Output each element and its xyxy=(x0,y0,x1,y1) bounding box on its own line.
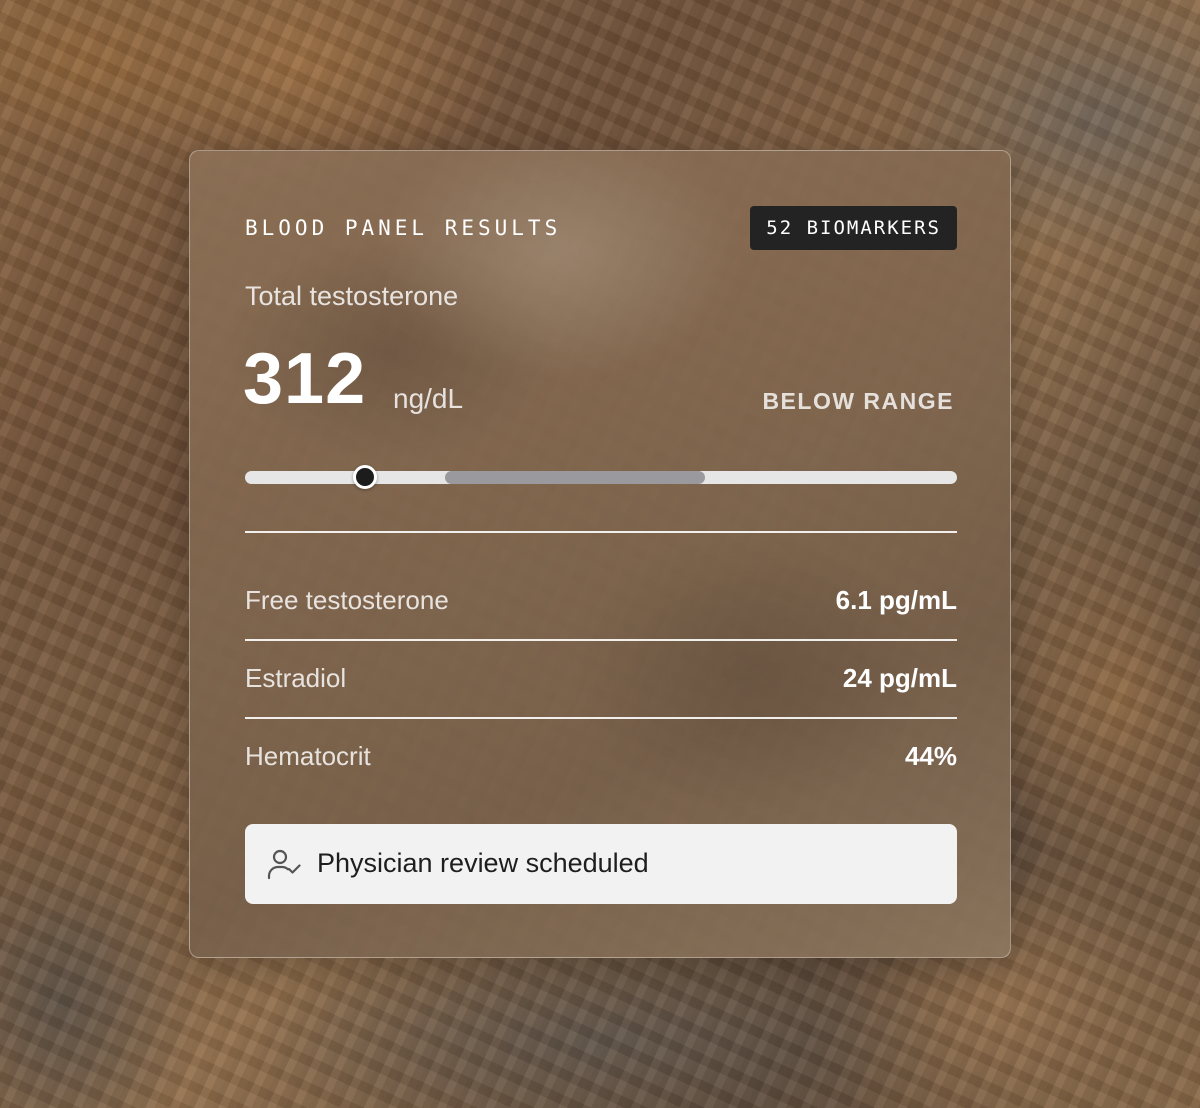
biomarker-row: Free testosterone 6.1 pg/mL xyxy=(245,563,957,641)
range-marker xyxy=(352,465,377,489)
card-header: BLOOD PANEL RESULTS 52 BIOMARKERS xyxy=(245,206,957,250)
biomarker-list: Free testosterone 6.1 pg/mL Estradiol 24… xyxy=(245,563,957,795)
physician-review-button[interactable]: Physician review scheduled xyxy=(245,824,957,904)
range-track xyxy=(245,465,957,489)
optimal-range-segment xyxy=(445,471,705,484)
biomarker-label: Free testosterone xyxy=(245,585,449,615)
metric-unit: ng/dL xyxy=(393,383,464,414)
blood-panel-card: BLOOD PANEL RESULTS 52 BIOMARKERS Total … xyxy=(189,150,1011,958)
biomarker-row: Estradiol 24 pg/mL xyxy=(245,641,957,719)
metric-status: BELOW RANGE xyxy=(762,388,954,414)
biomarker-value: 24 pg/mL xyxy=(842,663,957,693)
review-text: Physician review scheduled xyxy=(317,848,649,878)
metric-label: Total testosterone xyxy=(245,281,459,311)
biomarker-row: Hematocrit 44% xyxy=(245,719,957,795)
biomarker-value: 6.1 pg/mL xyxy=(835,585,957,615)
panel-title: BLOOD PANEL RESULTS xyxy=(245,216,562,240)
user-check-icon xyxy=(267,848,301,880)
biomarker-label: Estradiol xyxy=(245,663,347,693)
biomarker-label: Hematocrit xyxy=(245,741,371,771)
biomarker-count-badge: 52 BIOMARKERS xyxy=(750,206,957,250)
metric-value: 312 xyxy=(243,339,367,419)
biomarker-value: 44% xyxy=(904,741,957,771)
divider xyxy=(245,531,957,533)
